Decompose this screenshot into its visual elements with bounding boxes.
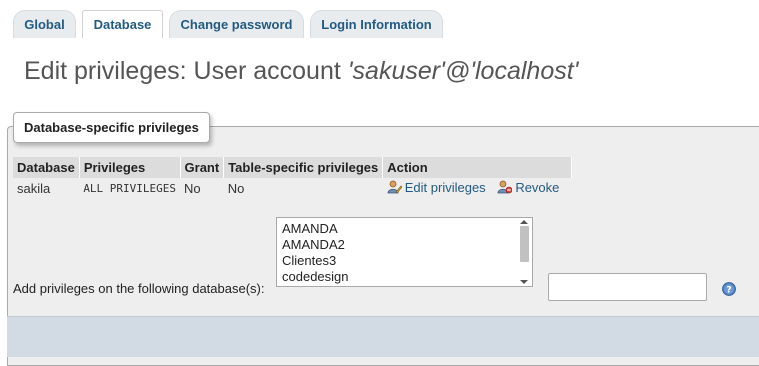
database-option[interactable]: AMANDA2 <box>282 237 345 252</box>
column-header-action: Action <box>382 157 572 178</box>
column-header-database: Database <box>13 157 80 178</box>
revoke-label: Revoke <box>515 180 560 195</box>
cell-grant: No <box>184 181 201 196</box>
privileges-tabs: Global Database Change password Login In… <box>0 0 759 44</box>
list-scrollbar[interactable] <box>519 220 530 284</box>
database-option[interactable]: codedesign <box>282 269 349 284</box>
form-footer-bar <box>7 316 759 357</box>
tab-login-information[interactable]: Login Information <box>310 10 443 38</box>
cell-table-specific: No <box>227 181 245 196</box>
fieldset-legend: Database-specific privileges <box>13 112 210 143</box>
edit-privileges-link[interactable]: Edit privileges <box>387 180 490 195</box>
scroll-up-arrow-icon[interactable] <box>520 220 528 224</box>
column-header-privileges: Privileges <box>79 157 181 178</box>
database-select-list[interactable]: AMANDA AMANDA2 Clientes3 codedesign <box>276 217 533 287</box>
tab-change-password[interactable]: Change password <box>169 10 304 38</box>
column-header-grant: Grant <box>180 157 225 178</box>
cell-privileges: ALL PRIVILEGES <box>83 182 177 195</box>
table-header-row: Database Privileges Grant Table-specific… <box>13 157 572 178</box>
table-row: sakila ALL PRIVILEGES No No Edit privile… <box>13 178 571 199</box>
user-account-name: 'sakuser'@'localhost' <box>347 57 579 85</box>
scrollbar-thumb[interactable] <box>520 226 529 262</box>
user-edit-icon <box>387 180 403 197</box>
help-icon[interactable]: ? <box>722 282 736 296</box>
tab-global[interactable]: Global <box>13 10 76 38</box>
cell-actions: Edit privileges Revoke <box>383 178 572 199</box>
svg-text:?: ? <box>726 286 731 296</box>
page-title-prefix: Edit privileges: User account <box>24 57 348 85</box>
column-header-table-specific: Table-specific privileges <box>223 157 384 178</box>
database-option[interactable]: Clientes3 <box>282 253 336 268</box>
database-option[interactable]: AMANDA <box>282 221 338 236</box>
database-privileges-table: Database Privileges Grant Table-specific… <box>13 157 572 199</box>
cell-database: sakila <box>17 181 51 196</box>
database-name-input[interactable] <box>548 273 707 301</box>
scroll-down-arrow-icon[interactable] <box>520 280 528 284</box>
revoke-link[interactable]: Revoke <box>497 180 559 195</box>
page-title: Edit privileges: User account 'sakuser'@… <box>24 57 578 86</box>
user-revoke-icon <box>497 180 513 197</box>
add-privileges-label: Add privileges on the following database… <box>13 281 265 296</box>
edit-privileges-label: Edit privileges <box>404 180 486 195</box>
tab-database[interactable]: Database <box>82 10 163 38</box>
